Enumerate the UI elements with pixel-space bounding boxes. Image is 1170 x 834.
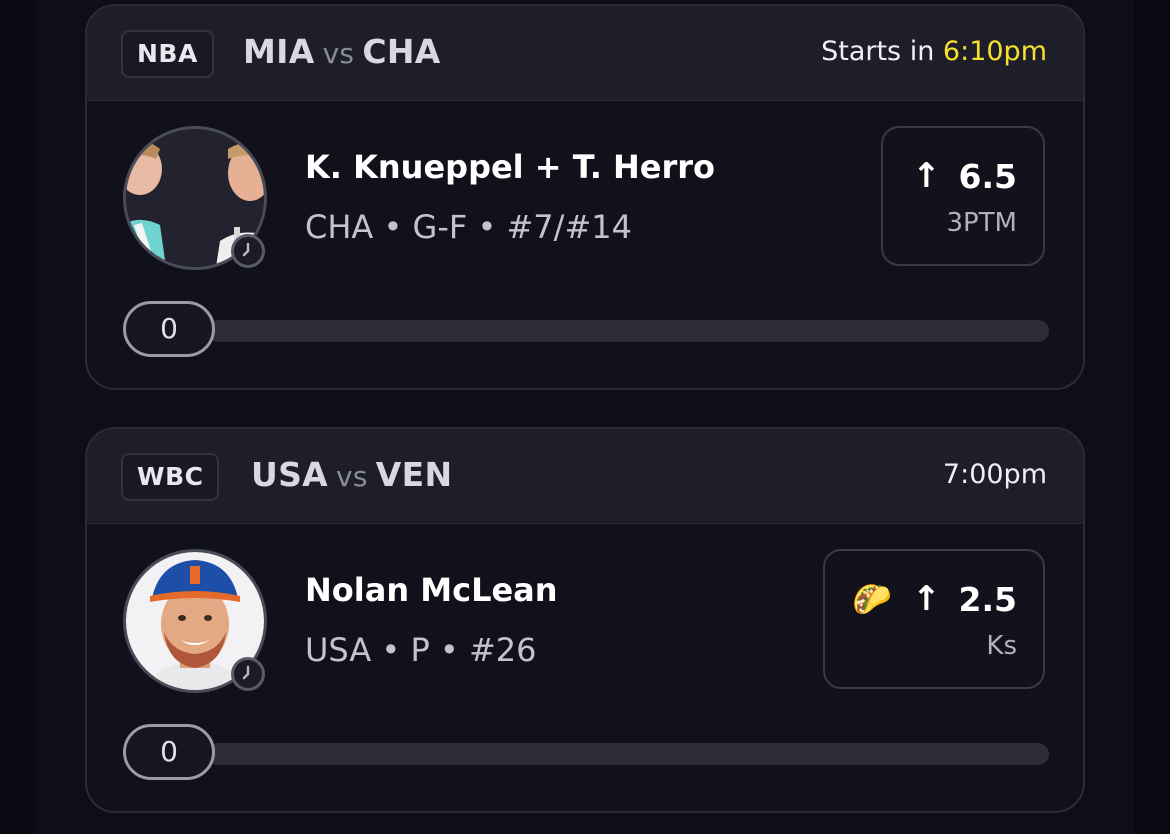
prop-value: 2.5 bbox=[958, 579, 1017, 619]
progress-value: 0 bbox=[123, 724, 215, 780]
prop-value: 6.5 bbox=[958, 156, 1017, 196]
vs-label: vs bbox=[336, 460, 368, 493]
start-time-value: 6:10pm bbox=[942, 36, 1047, 67]
prop-selection[interactable]: 🌮 ↑ 2.5 Ks bbox=[823, 549, 1045, 689]
arrow-up-icon: ↑ bbox=[912, 579, 941, 619]
start-time: Starts in 6:10pm bbox=[821, 36, 1047, 67]
taco-icon: 🌮 bbox=[852, 580, 893, 618]
clock-glyph bbox=[242, 242, 250, 257]
start-prefix: Starts in bbox=[821, 36, 935, 67]
prop-selection[interactable]: ↑ 6.5 3PTM bbox=[881, 126, 1045, 266]
prop-line: ↑ 6.5 bbox=[912, 156, 1017, 196]
player-avatar[interactable] bbox=[123, 126, 267, 270]
pick-card[interactable]: NBA MIA vs CHA Starts in 6:10pm K. Knuep… bbox=[85, 4, 1085, 390]
prop-line: 🌮 ↑ 2.5 bbox=[852, 579, 1017, 619]
team-b: VEN bbox=[375, 455, 453, 494]
card-header: NBA MIA vs CHA Starts in 6:10pm bbox=[87, 6, 1083, 101]
team-a: MIA bbox=[243, 32, 315, 71]
matchup: USA vs VEN bbox=[251, 455, 452, 494]
team-b: CHA bbox=[362, 32, 441, 71]
card-header: WBC USA vs VEN 7:00pm bbox=[87, 429, 1083, 524]
prop-stat: 3PTM bbox=[946, 208, 1017, 238]
player-name: K. Knueppel + T. Herro bbox=[305, 148, 716, 186]
player-name: Nolan McLean bbox=[305, 571, 558, 609]
league-badge: WBC bbox=[121, 453, 220, 501]
clock-glyph bbox=[242, 665, 250, 680]
matchup: MIA vs CHA bbox=[243, 32, 441, 71]
progress-value: 0 bbox=[123, 301, 215, 357]
player-meta: CHA • G-F • #7/#14 bbox=[305, 208, 632, 246]
start-time: 7:00pm bbox=[943, 459, 1047, 490]
progress-track bbox=[207, 743, 1049, 765]
pick-card[interactable]: WBC USA vs VEN 7:00pm Nolan McLean USA •… bbox=[85, 427, 1085, 813]
prop-stat: Ks bbox=[986, 631, 1017, 661]
league-badge: NBA bbox=[121, 30, 214, 78]
clock-icon bbox=[231, 657, 265, 691]
player-meta: USA • P • #26 bbox=[305, 631, 537, 669]
player-avatar[interactable] bbox=[123, 549, 267, 693]
vs-label: vs bbox=[322, 37, 355, 70]
clock-icon bbox=[231, 234, 265, 268]
progress-track bbox=[207, 320, 1049, 342]
start-time-value: 7:00pm bbox=[942, 459, 1047, 490]
team-a: USA bbox=[251, 455, 329, 494]
arrow-up-icon: ↑ bbox=[912, 156, 941, 196]
